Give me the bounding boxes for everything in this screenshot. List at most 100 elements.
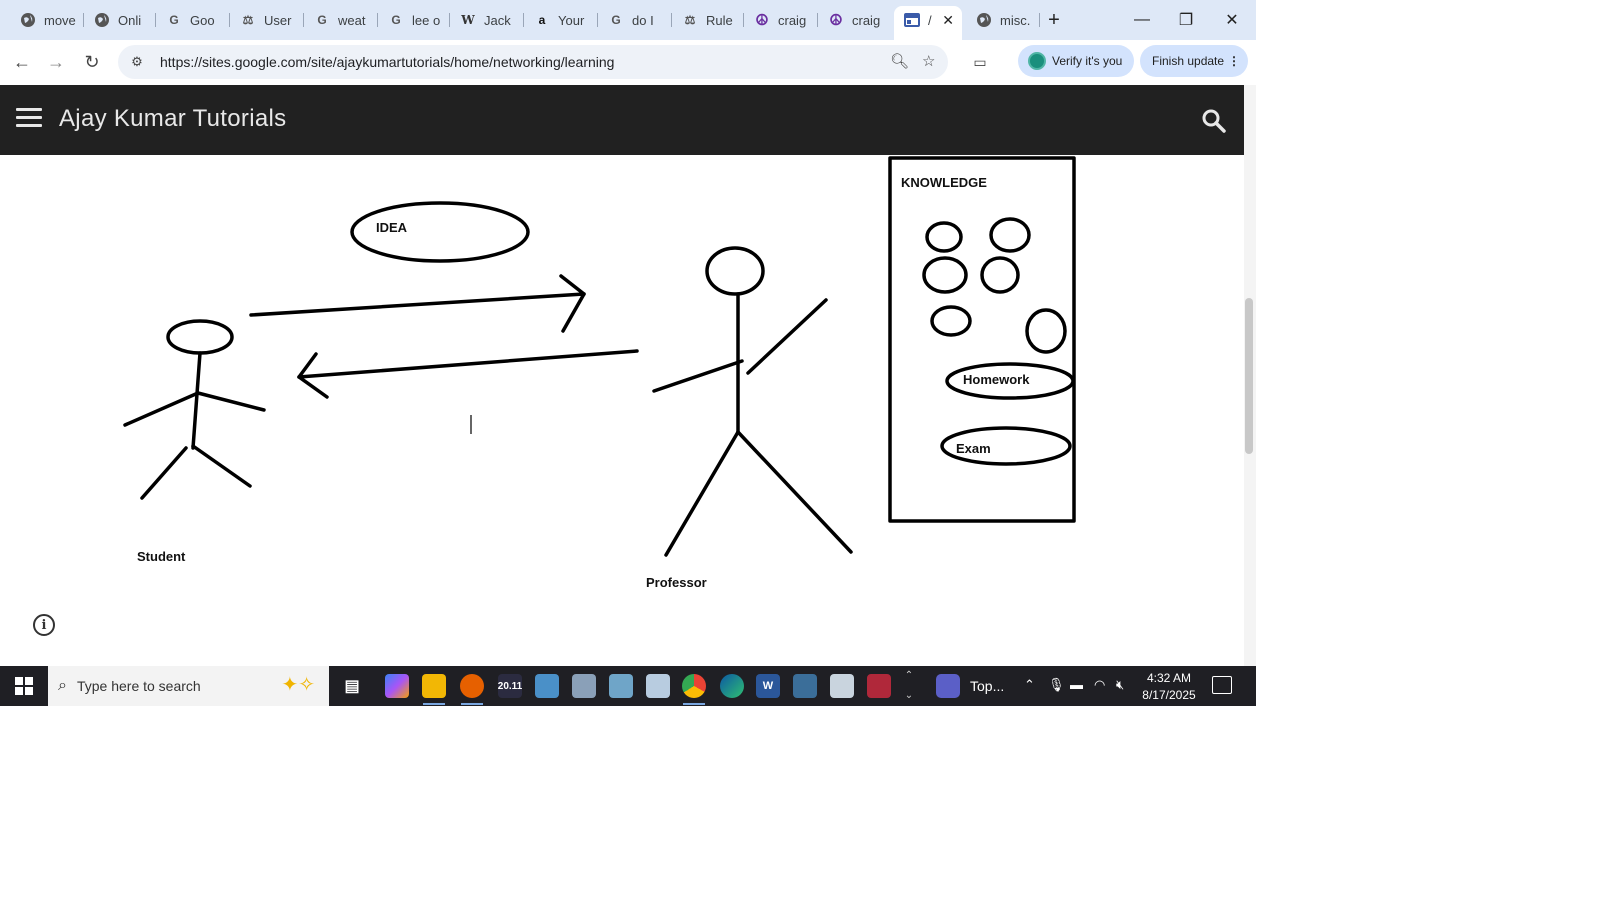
info-icon[interactable]: i: [33, 614, 55, 636]
browser-tab[interactable]: G weat: [304, 6, 378, 34]
teams-taskbar-button[interactable]: Top...: [928, 666, 1018, 706]
globe-icon: [20, 12, 36, 28]
window-app-icon[interactable]: [646, 674, 670, 698]
edge-icon[interactable]: [720, 674, 744, 698]
knowledge-bubble: [989, 217, 1031, 253]
reload-button[interactable]: ↻: [78, 48, 106, 76]
file-explorer-icon[interactable]: [422, 674, 446, 705]
page-content: IDEA KNOWLEDGE Homework Exam Student Pro…: [0, 155, 1244, 666]
taskbar-scroll-arrows[interactable]: ⌃ ⌄: [902, 666, 916, 706]
close-tab-icon[interactable]: ✕: [942, 12, 954, 29]
tab-label: weat: [338, 12, 366, 28]
photos-app-icon[interactable]: [535, 674, 559, 698]
verify-identity-button[interactable]: Verify it's you: [1018, 45, 1134, 77]
address-bar[interactable]: ⚙ https://sites.google.com/site/ajaykuma…: [118, 45, 948, 79]
browser-tab[interactable]: misc.: [966, 6, 1040, 34]
tab-label: /: [928, 12, 932, 28]
task-view-icon[interactable]: ▤: [340, 674, 364, 698]
mail-app-icon[interactable]: [572, 674, 596, 698]
scales-icon: ⚖: [242, 13, 254, 27]
zoom-icon[interactable]: 🔍︎: [890, 52, 909, 70]
paint-app-icon[interactable]: [793, 674, 817, 698]
learning-diagram: [123, 156, 1076, 557]
wifi-icon[interactable]: ◠: [1094, 677, 1105, 693]
tab-label: Jack: [484, 12, 511, 28]
globe-icon: [976, 12, 992, 28]
idea-label: IDEA: [376, 220, 408, 235]
site-title[interactable]: Ajay Kumar Tutorials: [59, 105, 286, 133]
knowledge-box: [888, 156, 1076, 523]
tab-label: User: [264, 12, 292, 28]
tab-label: Your: [558, 12, 585, 28]
search-icon: ⌕: [58, 677, 67, 694]
finish-update-button[interactable]: Finish update ⋮: [1140, 45, 1248, 77]
new-tab-button[interactable]: +: [1042, 6, 1066, 34]
search-icon[interactable]: [1200, 107, 1228, 135]
pdf-app-icon[interactable]: [867, 674, 891, 698]
tab-label: craig: [778, 12, 807, 28]
browser-toolbar: ← → ↻ ⚙ https://sites.google.com/site/aj…: [0, 40, 1256, 84]
minimize-button[interactable]: —: [1122, 6, 1162, 34]
browser-tab[interactable]: W Jack: [450, 6, 524, 34]
clock-time: 4:32 AM: [1146, 671, 1192, 685]
browser-tab-active[interactable]: / ✕: [894, 6, 962, 40]
browser-tab[interactable]: ☮ craig: [818, 6, 892, 34]
peace-icon: ☮: [755, 12, 769, 29]
firefox-icon[interactable]: [460, 674, 484, 705]
peace-icon: ☮: [829, 12, 843, 29]
tray-chevron-icon[interactable]: ⌃: [1024, 677, 1035, 693]
browser-tab[interactable]: ☮ craig: [744, 6, 818, 34]
site-header: Ajay Kumar Tutorials: [0, 85, 1244, 155]
browser-tab[interactable]: Onli: [84, 6, 156, 34]
sparkle-icon: ✦✧: [281, 674, 315, 696]
forward-button[interactable]: →: [42, 48, 70, 76]
back-button[interactable]: ←: [8, 48, 36, 76]
knowledge-bubble: [1025, 308, 1067, 354]
url-text[interactable]: https://sites.google.com/site/ajaykumart…: [160, 54, 614, 70]
google-icon: G: [391, 13, 401, 27]
browser-tab[interactable]: a Your: [524, 6, 598, 34]
calendar-app-icon[interactable]: 20.11: [498, 674, 522, 698]
word-icon[interactable]: W: [756, 674, 780, 698]
arrow-to-professor: [249, 274, 586, 333]
mute-icon[interactable]: 🔇︎: [1116, 677, 1124, 693]
professor-figure: [652, 246, 853, 557]
system-clock[interactable]: 4:32 AM 8/17/2025: [1136, 670, 1202, 704]
windows-start-icon[interactable]: [0, 666, 47, 706]
wikipedia-icon: W: [461, 13, 475, 27]
browser-tab[interactable]: G do I: [598, 6, 672, 34]
tab-label: Onli: [118, 12, 142, 28]
scrollbar-thumb[interactable]: [1245, 298, 1253, 454]
notes-app-icon[interactable]: [609, 674, 633, 698]
notifications-icon[interactable]: [1212, 676, 1232, 694]
chrome-icon[interactable]: [682, 674, 706, 705]
knowledge-bubble: [922, 256, 968, 294]
globe-icon: [94, 12, 110, 28]
site-info-icon[interactable]: ⚙: [126, 54, 148, 70]
verify-label: Verify it's you: [1052, 54, 1123, 68]
teams-label: Top...: [970, 678, 1005, 694]
copilot-icon[interactable]: [385, 674, 409, 698]
finish-update-label: Finish update: [1152, 54, 1225, 68]
taskbar-search-box[interactable]: ⌕ Type here to search ✦✧: [48, 666, 329, 706]
google-icon: G: [611, 13, 621, 27]
tab-search-icon[interactable]: ▭: [966, 48, 994, 76]
microphone-icon[interactable]: 🎙︎: [1048, 677, 1065, 693]
hamburger-menu-icon[interactable]: [16, 108, 42, 130]
browser-tab[interactable]: move: [10, 6, 84, 34]
browser-tab[interactable]: ⚖ User: [230, 6, 304, 34]
bookmark-star-icon[interactable]: ☆: [922, 52, 935, 70]
student-figure: [123, 319, 266, 500]
exam-label: Exam: [956, 441, 991, 456]
google-icon: G: [317, 13, 327, 27]
browser-tab[interactable]: G Goo: [156, 6, 230, 34]
files-app-icon[interactable]: [830, 674, 854, 698]
more-menu-icon[interactable]: ⋮: [1228, 54, 1240, 68]
browser-tab[interactable]: ⚖ Rule: [672, 6, 744, 34]
windows-taskbar: ⌕ Type here to search ✦✧ ▤ 20.11 W ⌃ ⌄ To…: [0, 666, 1256, 706]
close-window-button[interactable]: ✕: [1212, 6, 1252, 34]
browser-tab[interactable]: G lee o: [378, 6, 450, 34]
battery-icon[interactable]: ▬: [1070, 677, 1083, 692]
teams-icon: [936, 674, 960, 698]
restore-button[interactable]: ❐: [1166, 6, 1206, 34]
